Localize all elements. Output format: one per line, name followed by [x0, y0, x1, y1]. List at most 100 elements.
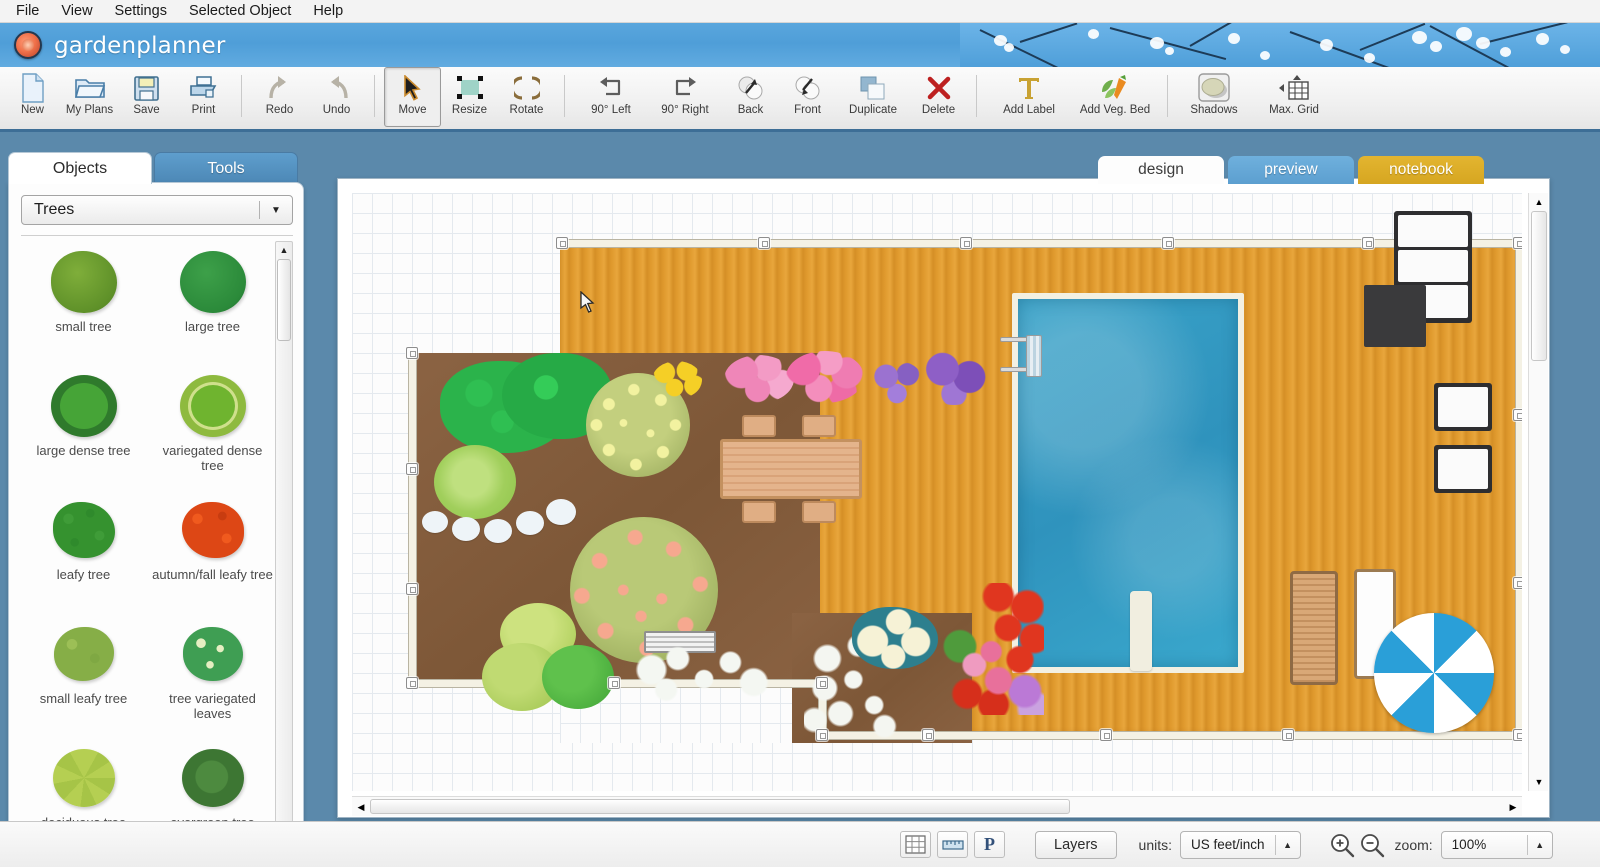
resize-handle[interactable]	[758, 237, 770, 249]
resize-handle[interactable]	[922, 729, 934, 741]
menu-selected-object[interactable]: Selected Object	[179, 1, 301, 21]
triangle-left-icon[interactable]: ◀	[354, 799, 368, 815]
rose-bed[interactable]	[924, 583, 1044, 715]
grid-toggle-icon[interactable]	[900, 831, 931, 858]
object-item-small-leafy-tree[interactable]: small leafy tree	[19, 613, 148, 737]
redo-button[interactable]: Redo	[251, 67, 308, 127]
resize-handle[interactable]	[406, 677, 418, 689]
rotate-right-button[interactable]: 90° Right	[648, 67, 722, 127]
print-button[interactable]: Print	[175, 67, 232, 127]
scrollbar-thumb[interactable]	[277, 259, 291, 341]
sun-lounger[interactable]	[1290, 571, 1338, 685]
add-veg-bed-button[interactable]: Add Veg. Bed	[1072, 67, 1158, 127]
shadows-button[interactable]: Shadows	[1177, 67, 1251, 127]
resize-handle[interactable]	[1513, 237, 1522, 249]
menu-file[interactable]: File	[6, 1, 49, 21]
duplicate-button[interactable]: Duplicate	[836, 67, 910, 127]
purple-flower-cluster[interactable]	[922, 349, 986, 405]
tab-preview[interactable]: preview	[1228, 156, 1354, 184]
patio-chair[interactable]	[742, 501, 776, 523]
save-button[interactable]: Save	[118, 67, 175, 127]
pink-flower-cluster[interactable]	[786, 351, 864, 403]
stepping-stone[interactable]	[546, 499, 576, 525]
menu-settings[interactable]: Settings	[105, 1, 177, 21]
units-dropdown[interactable]: US feet/inch ▲	[1180, 830, 1301, 859]
vertical-scroll-thumb[interactable]	[1531, 211, 1547, 361]
patio-table-set[interactable]	[720, 415, 862, 523]
canvas-vertical-scrollbar[interactable]: ▲ ▼	[1528, 193, 1548, 791]
menu-help[interactable]: Help	[303, 1, 353, 21]
chevron-up-icon[interactable]: ▲	[1528, 840, 1552, 850]
move-button[interactable]: Move	[384, 67, 441, 127]
chevron-up-icon[interactable]: ▲	[1276, 840, 1300, 850]
resize-handle[interactable]	[1162, 237, 1174, 249]
resize-handle[interactable]	[608, 677, 620, 689]
object-item-small-tree[interactable]: small tree	[19, 241, 148, 365]
triangle-up-icon[interactable]: ▲	[1531, 195, 1547, 209]
horizontal-scroll-thumb[interactable]	[370, 799, 1070, 814]
design-canvas[interactable]	[352, 193, 1522, 791]
resize-handle[interactable]	[1282, 729, 1294, 741]
resize-handle[interactable]	[406, 347, 418, 359]
delete-button[interactable]: Delete	[910, 67, 967, 127]
armchair[interactable]	[1434, 383, 1492, 431]
stepping-stone[interactable]	[516, 511, 544, 535]
object-item-large-tree[interactable]: large tree	[148, 241, 277, 365]
objects-scrollbar[interactable]: ▲ ▼	[275, 241, 293, 841]
add-label-button[interactable]: Add Label	[986, 67, 1072, 127]
resize-handle[interactable]	[406, 463, 418, 475]
rotate-button[interactable]: Rotate	[498, 67, 555, 127]
swimming-pool[interactable]	[1012, 293, 1244, 673]
triangle-down-icon[interactable]: ▼	[1531, 775, 1547, 789]
purple-flower-cluster[interactable]	[870, 361, 924, 405]
triangle-right-icon[interactable]: ▶	[1506, 799, 1520, 815]
resize-handle[interactable]	[1513, 729, 1522, 741]
object-item-leafy-tree[interactable]: leafy tree	[19, 489, 148, 613]
pool-ladder[interactable]	[1000, 333, 1046, 381]
undo-button[interactable]: Undo	[308, 67, 365, 127]
my-plans-button[interactable]: My Plans	[61, 67, 118, 127]
menu-view[interactable]: View	[51, 1, 102, 21]
resize-handle[interactable]	[816, 729, 828, 741]
resize-button[interactable]: Resize	[441, 67, 498, 127]
armchair[interactable]	[1434, 445, 1492, 493]
resize-handle[interactable]	[1513, 577, 1522, 589]
dark-rug[interactable]	[1364, 285, 1426, 347]
patio-chair[interactable]	[802, 501, 836, 523]
patio-chair[interactable]	[742, 415, 776, 437]
resize-handle[interactable]	[1362, 237, 1374, 249]
back-button[interactable]: Back	[722, 67, 779, 127]
yellow-flower-cluster[interactable]	[652, 361, 702, 399]
patio-table[interactable]	[720, 439, 862, 499]
tab-design[interactable]: design	[1098, 156, 1224, 184]
resize-handle[interactable]	[1100, 729, 1112, 741]
stepping-stone[interactable]	[452, 517, 480, 541]
object-item-autumn-leafy-tree[interactable]: autumn/fall leafy tree	[148, 489, 277, 613]
zoom-in-icon[interactable]	[1327, 830, 1357, 860]
object-item-large-dense-tree[interactable]: large dense tree	[19, 365, 148, 489]
max-grid-button[interactable]: Max. Grid	[1251, 67, 1337, 127]
stepping-stone[interactable]	[484, 519, 512, 543]
patio-chair[interactable]	[802, 415, 836, 437]
ruler-icon[interactable]	[937, 831, 968, 858]
tab-objects[interactable]: Objects	[8, 152, 152, 184]
beach-umbrella[interactable]	[1374, 613, 1494, 733]
p-letter-icon[interactable]: P	[974, 831, 1005, 858]
resize-handle[interactable]	[556, 237, 568, 249]
canvas-horizontal-scrollbar[interactable]: ◀ ▶	[352, 796, 1522, 816]
layers-button[interactable]: Layers	[1035, 830, 1117, 859]
front-button[interactable]: Front	[779, 67, 836, 127]
resize-handle[interactable]	[960, 237, 972, 249]
triangle-up-icon[interactable]: ▲	[276, 242, 292, 258]
object-item-tree-variegated-leaves[interactable]: tree variegated leaves	[148, 613, 277, 737]
resize-handle[interactable]	[816, 677, 828, 689]
resize-handle[interactable]	[406, 583, 418, 595]
pink-flower-cluster[interactable]	[724, 355, 794, 403]
tab-tools[interactable]: Tools	[154, 152, 298, 184]
new-button[interactable]: New	[4, 67, 61, 127]
stepping-stone[interactable]	[422, 511, 448, 533]
small-bush[interactable]	[542, 645, 614, 709]
white-flower-patch[interactable]	[634, 645, 780, 707]
tab-notebook[interactable]: notebook	[1358, 156, 1484, 184]
zoom-out-icon[interactable]	[1357, 830, 1387, 860]
